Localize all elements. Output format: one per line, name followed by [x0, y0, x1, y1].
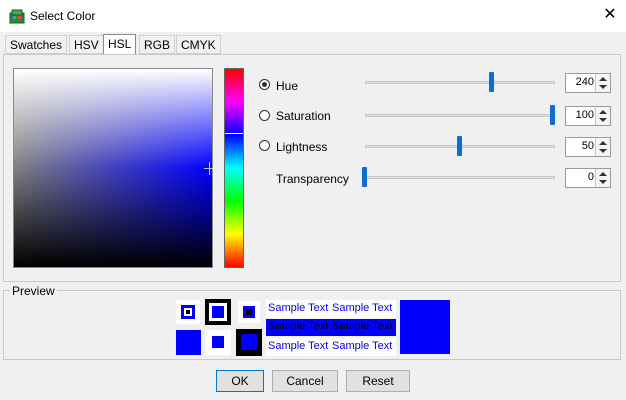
hue-spinner-buttons[interactable]	[595, 74, 610, 92]
spin-down-icon[interactable]	[599, 85, 607, 89]
spin-up-icon[interactable]	[599, 110, 607, 114]
spin-down-icon[interactable]	[599, 118, 607, 122]
hue-bar[interactable]	[224, 68, 244, 268]
close-icon[interactable]: ✕	[599, 4, 621, 26]
lightness-radio[interactable]	[259, 140, 270, 151]
saturation-radio[interactable]	[259, 110, 270, 121]
window-title: Select Color	[30, 9, 96, 23]
hue-slider-track[interactable]	[365, 81, 555, 84]
color-palette-icon	[9, 9, 25, 24]
sample-text: Sample Text	[268, 340, 329, 352]
saturation-spinner[interactable]: 100	[565, 106, 611, 126]
saturation-value[interactable]: 100	[576, 109, 594, 121]
sample-text: Sample Text	[332, 302, 393, 314]
hue-value[interactable]: 240	[576, 76, 594, 88]
sample-text: Sample Text	[268, 320, 329, 332]
tab-rgb[interactable]: RGB	[139, 35, 176, 54]
lightness-label: Lightness	[276, 140, 328, 154]
saturation-label: Saturation	[276, 109, 331, 123]
tab-hsl[interactable]: HSL	[103, 34, 137, 55]
radio-dot	[262, 82, 267, 87]
color-cursor-vertical	[209, 162, 210, 175]
tab-swatches[interactable]: Swatches	[5, 35, 68, 54]
sample-text: Sample Text	[332, 340, 393, 352]
preview-swatch	[212, 336, 224, 348]
spin-up-icon[interactable]	[599, 77, 607, 81]
saturation-slider-thumb[interactable]	[550, 105, 555, 125]
spin-up-icon[interactable]	[599, 141, 607, 145]
hue-spinner[interactable]: 240	[565, 73, 611, 93]
preview-swatch	[241, 334, 257, 350]
lightness-spinner[interactable]: 50	[565, 137, 611, 157]
preview-label: Preview	[10, 284, 57, 298]
cancel-button[interactable]: Cancel	[272, 370, 338, 392]
saturation-slider-track[interactable]	[365, 114, 555, 117]
spin-down-icon[interactable]	[599, 180, 607, 184]
lightness-value[interactable]: 50	[582, 140, 594, 152]
preview-swatch	[212, 306, 224, 318]
transparency-label: Transparency	[276, 172, 349, 186]
sample-text: Sample Text	[332, 320, 393, 332]
sample-text: Sample Text	[268, 302, 329, 314]
lightness-spinner-buttons[interactable]	[595, 138, 610, 156]
preview-swatch	[186, 310, 190, 314]
saturation-spinner-buttons[interactable]	[595, 107, 610, 125]
spin-down-icon[interactable]	[599, 149, 607, 153]
color-square-border	[13, 68, 213, 268]
reset-button[interactable]: Reset	[346, 370, 410, 392]
transparency-slider-thumb[interactable]	[362, 167, 367, 187]
transparency-slider-track[interactable]	[365, 176, 555, 179]
preview-color-swatch	[400, 300, 450, 354]
preview-swatch	[246, 309, 252, 315]
hue-radio[interactable]	[259, 79, 270, 90]
tab-hsv[interactable]: HSV	[69, 35, 104, 54]
spin-up-icon[interactable]	[599, 172, 607, 176]
transparency-spinner-buttons[interactable]	[595, 169, 610, 187]
hue-slider-thumb[interactable]	[489, 72, 494, 92]
hue-label: Hue	[276, 79, 299, 93]
tab-cmyk[interactable]: CMYK	[176, 35, 221, 54]
preview-swatch	[176, 330, 201, 355]
transparency-value[interactable]: 0	[588, 171, 594, 183]
ok-button[interactable]: OK	[216, 370, 264, 392]
transparency-spinner[interactable]: 0	[565, 168, 611, 188]
hue-bar-marker[interactable]	[225, 133, 243, 134]
lightness-slider-thumb[interactable]	[457, 136, 462, 156]
